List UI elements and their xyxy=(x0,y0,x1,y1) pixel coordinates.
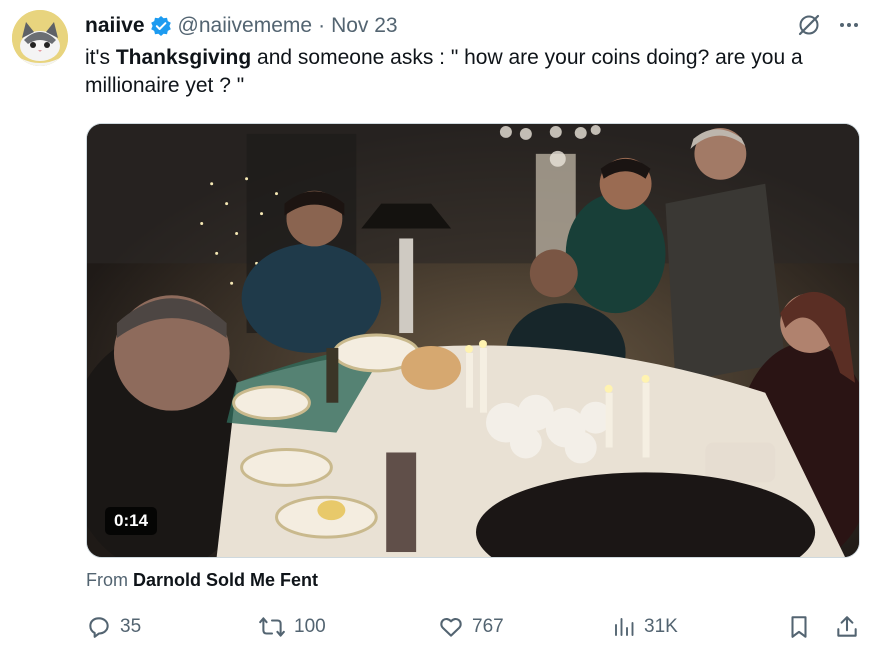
more-icon[interactable] xyxy=(838,14,860,36)
repost-button[interactable]: 100 xyxy=(258,614,326,640)
avatar[interactable] xyxy=(12,10,68,66)
repost-icon xyxy=(259,617,285,637)
author-handle[interactable]: @naiivememe xyxy=(178,14,313,38)
tweet-text-start: it's xyxy=(85,46,116,69)
attribution-source[interactable]: Darnold Sold Me Fent xyxy=(133,570,318,590)
share-button[interactable] xyxy=(834,614,860,640)
bookmark-icon xyxy=(791,616,807,638)
reply-button[interactable]: 35 xyxy=(86,614,141,640)
attribution-prefix: From xyxy=(86,570,128,590)
video-player[interactable]: 0:14 xyxy=(86,123,860,558)
like-count: 767 xyxy=(472,616,504,637)
tweet-header: naiive @naiivememe · Nov 23 xyxy=(85,12,398,40)
separator-dot: · xyxy=(318,14,326,37)
like-button[interactable]: 767 xyxy=(438,614,504,640)
heart-icon xyxy=(440,617,462,637)
cat-avatar-icon xyxy=(12,10,68,66)
share-icon xyxy=(837,616,857,637)
analytics-icon xyxy=(615,618,634,636)
bookmark-button[interactable] xyxy=(786,614,812,640)
tweet-date[interactable]: Nov 23 xyxy=(331,14,398,38)
tweet-top-actions xyxy=(796,12,860,38)
tweet-text: it's Thanksgiving and someone asks : " h… xyxy=(85,44,870,100)
reply-icon xyxy=(89,617,109,638)
video-thumbnail xyxy=(87,124,859,557)
grok-icon[interactable] xyxy=(796,12,822,38)
attribution: From Darnold Sold Me Fent xyxy=(86,570,318,591)
tweet-actions: 35 100 767 31K xyxy=(86,614,866,644)
view-count: 31K xyxy=(644,616,678,637)
tweet-text-bold: Thanksgiving xyxy=(115,46,252,69)
video-duration: 0:14 xyxy=(105,507,158,535)
verified-badge-icon xyxy=(150,15,172,37)
author-name[interactable]: naiive xyxy=(85,14,145,38)
repost-count: 100 xyxy=(294,616,326,637)
views-button[interactable]: 31K xyxy=(612,614,678,640)
reply-count: 35 xyxy=(120,616,142,637)
